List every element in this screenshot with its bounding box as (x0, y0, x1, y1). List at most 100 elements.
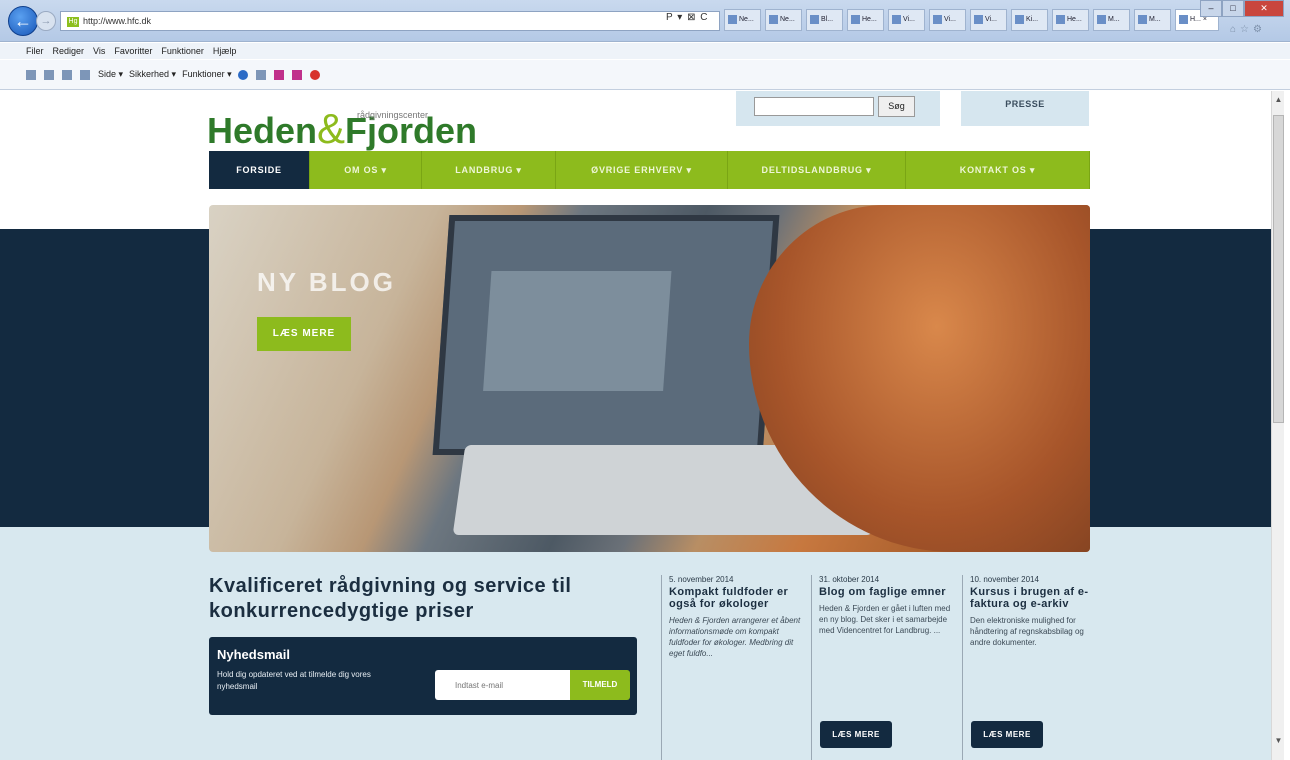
scroll-down-icon[interactable]: ▼ (1272, 736, 1285, 750)
address-tools[interactable]: P ▾ ⊠ C (666, 12, 708, 23)
news-title[interactable]: Blog om faglige emner (819, 586, 951, 598)
tab-favicon-icon (810, 14, 819, 24)
news-read-more-button[interactable]: LÆS MERE (971, 721, 1043, 748)
browser-tab[interactable]: Bl... (806, 9, 843, 31)
browser-tab[interactable]: Vi... (929, 9, 966, 31)
news-item: 31. oktober 2014 Blog om faglige emner H… (811, 575, 951, 760)
tab-favicon-icon (974, 14, 983, 24)
menu-favorites[interactable]: Favoritter (114, 43, 152, 59)
news-excerpt: Heden & Fjorden er gået i luften med en … (819, 604, 951, 635)
hero-read-more-button[interactable]: LÆS MERE (257, 317, 351, 351)
browser-tab[interactable]: Vi... (888, 9, 925, 31)
browser-tab[interactable]: Ne... (724, 9, 761, 31)
news-read-more-button[interactable]: LÆS MERE (820, 721, 892, 748)
menu-file[interactable]: Filer (26, 43, 44, 59)
main-navigation: FORSIDE OM OS ▾ LANDBRUG ▾ ØVRIGE ERHVER… (209, 151, 1090, 189)
nav-landbrug[interactable]: LANDBRUG ▾ (422, 151, 556, 189)
site-favicon: Hg (67, 16, 79, 27)
newsletter-title: Nyhedsmail (217, 647, 290, 662)
page-scrollbar[interactable]: ▲ ▼ (1271, 91, 1284, 760)
tab-favicon-icon (1138, 14, 1147, 24)
tab-favicon-icon (728, 14, 737, 24)
home-icon[interactable] (26, 69, 36, 80)
logo-ampersand: & (317, 105, 346, 152)
address-bar[interactable]: Hg http://www.hfc.dk (60, 11, 720, 31)
news-item: 10. november 2014 Kursus i brugen af e-f… (962, 575, 1102, 760)
browser-tab[interactable]: Ki... (1011, 9, 1048, 31)
addon-icon[interactable] (273, 69, 284, 80)
home-favorites-settings-icons[interactable]: ⌂☆⚙ (1230, 24, 1266, 35)
scroll-thumb[interactable] (1273, 115, 1284, 423)
back-button[interactable]: ← (8, 6, 38, 36)
newsletter-email-input[interactable] (435, 670, 571, 700)
menu-view[interactable]: Vis (93, 43, 105, 59)
nav-kontakt-os[interactable]: KONTAKT OS ▾ (906, 151, 1090, 189)
presse-link[interactable]: PRESSE (961, 91, 1089, 126)
tab-favicon-icon (1097, 14, 1106, 24)
close-button[interactable]: ✕ (1244, 0, 1284, 17)
research-icon[interactable] (255, 69, 266, 80)
browser-titlebar: ← → Hg http://www.hfc.dk P ▾ ⊠ C Ne... Ne… (0, 0, 1290, 42)
search-input[interactable] (754, 97, 874, 116)
site-search: Søg (736, 91, 940, 126)
tab-favicon-icon (769, 14, 778, 24)
menu-bar: Filer Rediger Vis Favoritter Funktioner … (0, 43, 1290, 59)
menu-tools[interactable]: Funktioner (161, 43, 204, 59)
command-bar: Side ▾ Sikkerhed ▾ Funktioner ▾ (0, 60, 1290, 90)
scroll-up-icon[interactable]: ▲ (1272, 95, 1285, 109)
news-date: 5. november 2014 (669, 575, 734, 584)
address-url: http://www.hfc.dk (83, 16, 152, 26)
news-excerpt: Heden & Fjorden arrangerer et åbent info… (669, 616, 801, 658)
window-controls: – □ ✕ (1200, 0, 1284, 17)
hero-banner: NY BLOG LÆS MERE (209, 205, 1090, 552)
tab-strip: Ne... Ne... Bl... He... Vi... Vi... Vi..… (724, 9, 1219, 31)
newsletter-text: Hold dig opdateret ved at tilmelde dig v… (217, 670, 371, 691)
page-viewport: Heden&Fjorden rådgivningscenter Søg PRES… (0, 91, 1271, 760)
help-icon[interactable] (237, 69, 248, 80)
nav-ovrige-erhverv[interactable]: ØVRIGE ERHVERV ▾ (556, 151, 728, 189)
news-title[interactable]: Kompakt fuldfoder er også for økologer (669, 586, 801, 610)
news-item: 5. november 2014 Kompakt fuldfoder er og… (661, 575, 801, 760)
forward-button[interactable]: → (36, 11, 56, 31)
browser-tab[interactable]: M... (1134, 9, 1171, 31)
browser-tab[interactable]: He... (1052, 9, 1089, 31)
tab-favicon-icon (892, 14, 901, 24)
hero-title: NY BLOG (257, 267, 396, 297)
nav-forside[interactable]: FORSIDE (209, 151, 310, 189)
page-headline: Kvalificeret rådgivning og service til k… (209, 575, 572, 622)
hero-laptop-screen (432, 215, 780, 455)
nav-deltidslandbrug[interactable]: DELTIDSLANDBRUG ▾ (728, 151, 906, 189)
menu-help[interactable]: Hjælp (213, 43, 237, 59)
maximize-button[interactable]: □ (1222, 0, 1244, 17)
addon-icon[interactable] (291, 69, 302, 80)
safety-menu[interactable]: Sikkerhed ▾ (129, 69, 176, 80)
news-title[interactable]: Kursus i brugen af e-faktura og e-arkiv (970, 586, 1102, 610)
nav-om-os[interactable]: OM OS ▾ (310, 151, 422, 189)
minimize-button[interactable]: – (1200, 0, 1222, 17)
tab-favicon-icon (851, 14, 860, 24)
print-icon[interactable] (80, 69, 90, 80)
site-logo[interactable]: Heden&Fjorden rådgivningscenter (207, 105, 477, 153)
browser-tab[interactable]: Vi... (970, 9, 1007, 31)
logo-tagline: rådgivningscenter (357, 110, 429, 120)
news-date: 10. november 2014 (970, 575, 1039, 584)
tab-favicon-icon (1015, 14, 1024, 24)
browser-tab[interactable]: Ne... (765, 9, 802, 31)
mail-icon[interactable] (62, 69, 72, 80)
news-date: 31. oktober 2014 (819, 575, 880, 584)
menu-edit[interactable]: Rediger (53, 43, 85, 59)
tab-favicon-icon (1179, 14, 1188, 24)
search-button[interactable]: Søg (878, 96, 915, 117)
newsletter-box: Nyhedsmail Hold dig opdateret ved at til… (209, 637, 637, 715)
tab-favicon-icon (1056, 14, 1065, 24)
feeds-icon[interactable] (44, 69, 54, 80)
addon-icon[interactable] (309, 69, 320, 80)
logo-part1: Heden (207, 110, 318, 151)
browser-tab[interactable]: He... (847, 9, 884, 31)
browser-tab[interactable]: M... (1093, 9, 1130, 31)
tools-menu[interactable]: Funktioner ▾ (182, 69, 232, 80)
news-excerpt: Den elektroniske mulighed for håndtering… (970, 616, 1084, 647)
page-menu[interactable]: Side ▾ (98, 69, 123, 80)
tab-favicon-icon (933, 14, 942, 24)
newsletter-subscribe-button[interactable]: TILMELD (570, 670, 630, 700)
